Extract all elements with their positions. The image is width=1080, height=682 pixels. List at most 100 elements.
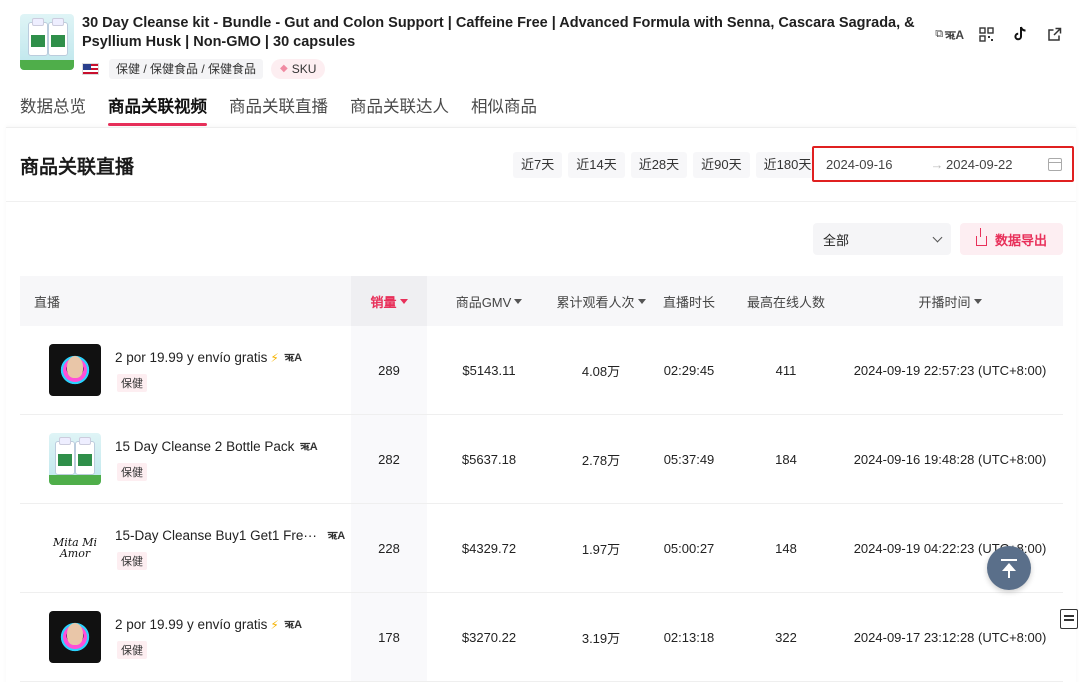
range-buttons: 近7天 近14天 近28天 近90天 近180天	[513, 152, 820, 178]
bottle-image	[55, 437, 75, 475]
stream-title[interactable]: 15 Day Cleanse 2 Bottle Pack ऋA	[115, 439, 318, 454]
bolt-icon: ⚡	[270, 617, 279, 632]
calendar-icon[interactable]	[1048, 157, 1062, 171]
external-link-icon[interactable]	[1042, 22, 1066, 46]
export-button[interactable]: 数据导出	[960, 223, 1063, 255]
stream-cell: 15 Day Cleanse 2 Bottle Pack ऋA 保健	[20, 415, 350, 503]
cell-duration: 05:37:49	[663, 451, 715, 467]
header-peak: 最高在线人数	[746, 294, 825, 310]
range-180d-button[interactable]: 近180天	[755, 152, 820, 178]
tag-icon: ◆	[280, 63, 288, 74]
cell-peak: 148	[775, 540, 797, 556]
copy-translate-tool[interactable]: ⧉ ऋA	[935, 26, 964, 43]
bottle-image	[75, 437, 95, 475]
sku-label: SKU	[291, 62, 317, 76]
cell-start-time: 2024-09-17 23:12:28 (UTC+8:00)	[853, 629, 1047, 645]
cell-duration: 05:00:27	[663, 540, 715, 556]
qrcode-icon[interactable]	[974, 22, 998, 46]
cell-start-time: 2024-09-19 22:57:23 (UTC+8:00)	[853, 362, 1047, 378]
range-14d-button[interactable]: 近14天	[568, 152, 625, 178]
cell-peak: 411	[775, 362, 797, 378]
table-row[interactable]: 15 Day Cleanse 2 Bottle Pack ऋA 保健 282 $…	[20, 415, 1063, 504]
export-label: 数据导出	[994, 232, 1047, 248]
sort-caret-icon	[514, 298, 523, 304]
bottle-image	[28, 18, 48, 56]
header-tools: ⧉ ऋA	[935, 22, 1066, 46]
tab-overview[interactable]: 数据总览	[20, 92, 86, 128]
back-to-top-button[interactable]	[987, 546, 1031, 590]
live-section: 商品关联直播 近7天 近14天 近28天 近90天 近180天 2024-09-…	[6, 127, 1076, 682]
header-views-label: 累计观看人次	[556, 294, 635, 310]
range-28d-button[interactable]: 近28天	[630, 152, 688, 178]
date-range-picker[interactable]: 2024-09-16 → 2024-09-22	[812, 146, 1074, 182]
section-divider	[6, 201, 1076, 202]
category-tag[interactable]: 保健 / 保健食品 / 保健食品	[109, 59, 264, 79]
arrow-up-stem	[1008, 568, 1010, 578]
sort-caret-icon	[973, 298, 982, 304]
table-row[interactable]: Mita Mi Amor 15-Day Cleanse Buy1 Get1 Fr…	[20, 504, 1063, 593]
sort-caret-icon	[399, 298, 408, 304]
product-tabs: 数据总览 商品关联视频 商品关联直播 商品关联达人 相似商品	[20, 92, 537, 128]
header-views[interactable]: 累计观看人次	[531, 276, 671, 326]
table-row[interactable]: 2 por 19.99 y envío gratis ⚡ ऋA 保健 178 $…	[20, 593, 1063, 682]
header-start-time[interactable]: 开播时间	[858, 276, 1042, 326]
streamer-avatar[interactable]	[49, 611, 101, 663]
cell-peak: 184	[775, 451, 797, 467]
stream-title-text: 15 Day Cleanse 2 Bottle Pack	[115, 439, 295, 454]
date-end[interactable]: 2024-09-22	[946, 157, 1041, 172]
stream-cell: 2 por 19.99 y envío gratis ⚡ ऋA 保健	[20, 593, 350, 681]
copy-icon: ⧉	[935, 27, 944, 40]
thumb-stripe	[49, 475, 101, 485]
cell-views: 4.08万	[581, 363, 621, 379]
cell-sales: 178	[351, 593, 427, 681]
streamer-avatar[interactable]	[49, 433, 101, 485]
stream-title-text: 2 por 19.99 y envío gratis	[115, 617, 268, 632]
live-table: 直播 销量 商品GMV 累计观看人次 直播时长 最高在线人数 开播时间 2 po…	[20, 276, 1063, 682]
tab-related-live[interactable]: 商品关联直播	[229, 92, 328, 128]
category-badge: 保健	[117, 374, 147, 392]
cell-duration: 02:29:45	[663, 362, 715, 378]
product-meta: 保健 / 保健食品 / 保健食品 ◆ SKU	[82, 59, 326, 79]
sku-tag[interactable]: ◆ SKU	[271, 59, 326, 79]
stream-title[interactable]: 2 por 19.99 y envío gratis ⚡ ऋA	[115, 350, 302, 365]
stream-title[interactable]: 15-Day Cleanse Buy1 Get1 Fre··· ऋA	[115, 528, 345, 543]
cell-sales: 228	[351, 504, 427, 592]
table-row[interactable]: 2 por 19.99 y envío gratis ⚡ ऋA 保健 289 $…	[20, 326, 1063, 415]
product-thumbnail[interactable]	[20, 14, 74, 70]
stream-cell: 2 por 19.99 y envío gratis ⚡ ऋA 保健	[20, 326, 350, 414]
cell-duration: 02:13:18	[663, 629, 715, 645]
header-stream: 直播	[34, 294, 61, 310]
streamer-avatar[interactable]: Mita Mi Amor	[49, 522, 101, 574]
product-header: 30 Day Cleanse kit - Bundle - Gut and Co…	[0, 0, 1080, 90]
tab-related-videos[interactable]: 商品关联视频	[108, 92, 207, 128]
bolt-icon: ⚡	[270, 350, 279, 365]
tiktok-icon[interactable]	[1008, 22, 1032, 46]
sort-caret-icon	[637, 298, 646, 304]
stream-title-text: 2 por 19.99 y envío gratis	[115, 350, 268, 365]
export-icon	[975, 228, 987, 246]
cell-sales: 289	[351, 326, 427, 414]
stream-title[interactable]: 2 por 19.99 y envío gratis ⚡ ऋA	[115, 617, 302, 632]
filter-select[interactable]: 全部	[813, 223, 951, 255]
category-badge: 保健	[117, 552, 147, 570]
header-sales[interactable]: 销量	[351, 276, 427, 326]
us-flag-icon	[82, 63, 99, 75]
arrow-right-icon: →	[930, 156, 944, 172]
translate-icon[interactable]: ऋA	[285, 350, 302, 365]
tab-related-creators[interactable]: 商品关联达人	[350, 92, 449, 128]
translate-icon: ऋA	[945, 27, 964, 42]
back-top-bar	[1001, 559, 1017, 561]
streamer-logo: Mita Mi Amor	[52, 536, 98, 560]
header-sales-label: 销量	[370, 294, 397, 310]
translate-icon[interactable]: ऋA	[328, 528, 345, 543]
translate-icon[interactable]: ऋA	[285, 617, 302, 632]
cell-views: 3.19万	[581, 630, 621, 646]
range-90d-button[interactable]: 近90天	[693, 152, 750, 178]
tab-similar-products[interactable]: 相似商品	[471, 92, 537, 128]
cell-views: 1.97万	[581, 541, 621, 557]
date-start[interactable]: 2024-09-16	[826, 157, 926, 172]
document-icon[interactable]	[1060, 609, 1078, 629]
streamer-avatar[interactable]	[49, 344, 101, 396]
range-7d-button[interactable]: 近7天	[513, 152, 563, 178]
translate-icon[interactable]: ऋA	[300, 439, 317, 454]
